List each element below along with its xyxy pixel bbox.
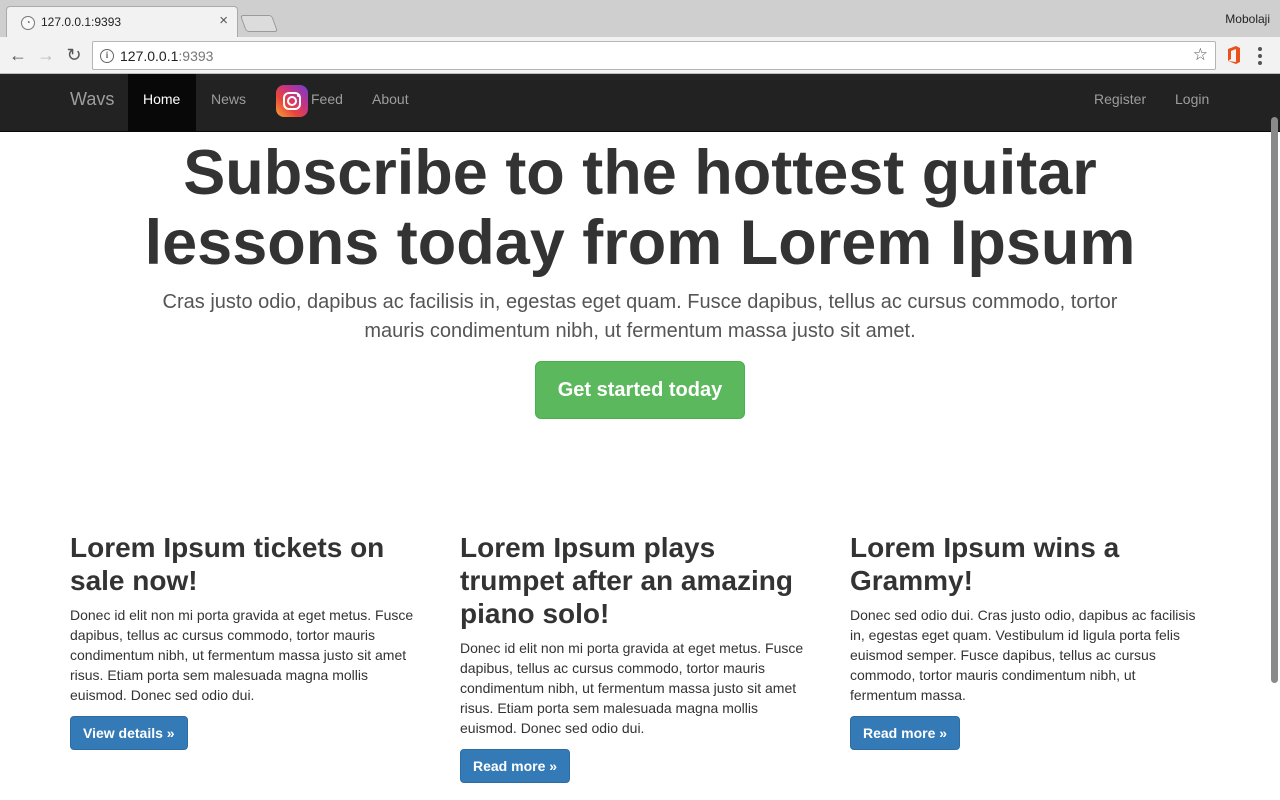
browser-menu-icon[interactable] [1257,45,1263,65]
column-body: Donec id elit non mi porta gravida at eg… [460,640,804,736]
tab-title: 127.0.0.1:9393 [41,15,122,29]
column-body: Donec sed odio dui. Cras justo odio, dap… [850,607,1196,703]
nav-item-home[interactable]: Home [128,74,196,132]
column-heading: Lorem Ipsum wins a Grammy! [850,532,1120,596]
nav-item-register[interactable]: Register [1079,74,1161,132]
favicon-icon: ◔ [21,16,35,30]
page-scrollbar[interactable] [1271,117,1278,683]
hero-lead: Cras justo odio, dapibus ac facilisis in… [162,291,1118,342]
nav-item-news[interactable]: News [196,74,261,132]
url-text[interactable]: 127.0.0.1:9393 [120,48,213,64]
feature-column-tickets: Lorem Ipsum tickets on sale now! Donec i… [70,531,420,750]
column-heading: Lorem Ipsum tickets on sale now! [70,532,385,596]
site-navbar: Wavs Home News Feed About Register Login [0,74,1280,132]
read-more-button[interactable]: Read more » [460,749,571,783]
view-details-button[interactable]: View details » [70,716,188,750]
new-tab-button[interactable] [239,15,279,32]
navbar-brand[interactable]: Wavs [70,89,114,110]
address-bar[interactable]: i 127.0.0.1:9393 ☆ [92,41,1216,70]
url-host: 127.0.0.1 [120,48,179,64]
get-started-button[interactable]: Get started today [535,361,745,419]
column-body: Donec id elit non mi porta gravida at eg… [70,607,414,703]
nav-item-feed[interactable]: Feed [296,74,358,132]
nav-item-login[interactable]: Login [1160,74,1224,132]
read-more-button[interactable]: Read more » [850,716,961,750]
forward-icon[interactable]: → [35,44,57,66]
info-icon[interactable]: i [100,49,114,63]
back-icon[interactable]: ← [7,44,29,66]
column-heading: Lorem Ipsum plays trumpet after an amazi… [460,532,793,629]
hero-title: Subscribe to the hottest guitar lessons … [144,138,1136,278]
close-icon[interactable]: × [219,13,228,29]
browser-tabstrip: ◔ 127.0.0.1:9393 × Mobolaji [0,0,1280,38]
browser-toolbar: ← → ↻ i 127.0.0.1:9393 ☆ [0,37,1280,74]
bookmark-star-icon[interactable]: ☆ [1193,45,1208,65]
browser-tab[interactable]: ◔ 127.0.0.1:9393 × [6,6,238,38]
feature-column-trumpet: Lorem Ipsum plays trumpet after an amazi… [460,531,810,783]
url-port: :9393 [178,48,214,64]
feature-column-grammy: Lorem Ipsum wins a Grammy! Donec sed odi… [850,531,1200,750]
profile-name[interactable]: Mobolaji [1225,12,1270,26]
nav-item-about[interactable]: About [357,74,424,132]
office-icon[interactable] [1226,45,1242,65]
reload-icon[interactable]: ↻ [63,44,85,66]
